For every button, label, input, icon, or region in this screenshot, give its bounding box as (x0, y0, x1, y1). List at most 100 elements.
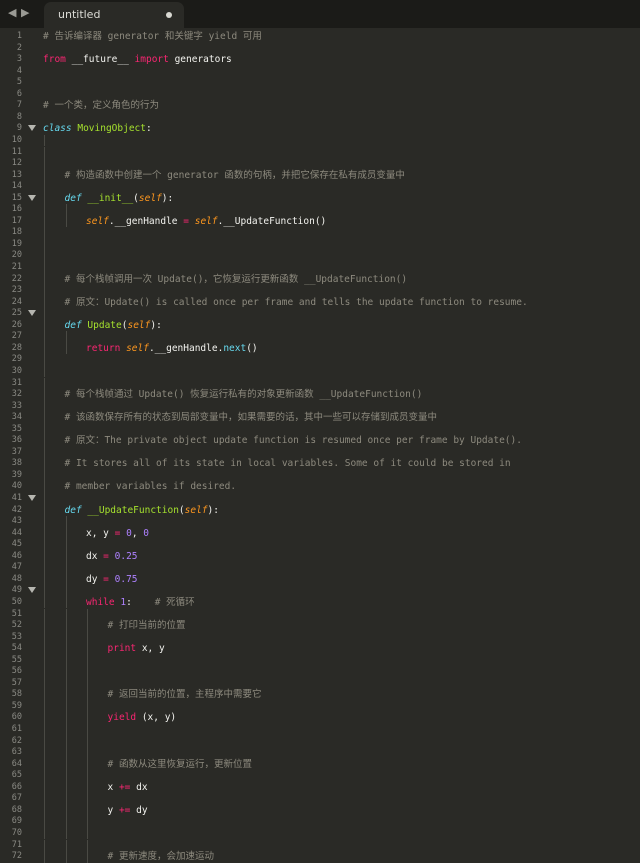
code-line[interactable]: 45 (0, 539, 640, 551)
indent-guide (65, 550, 67, 563)
indent-guide (44, 793, 45, 805)
token-comment: # 该函数保存所有的状态到局部变量中，如果需要的话，其中一些可以存储到成员变量中 (64, 412, 437, 424)
code-line[interactable]: 37 (0, 446, 640, 459)
code-line[interactable]: 67 (0, 793, 640, 805)
code-line[interactable]: 3 from __future__ import generators (0, 54, 640, 66)
line-number: 12 (11, 158, 22, 169)
code-line[interactable]: 52 # 打印当前的位置 (0, 620, 640, 632)
code-line[interactable]: 48 dy = 0.75 (0, 573, 640, 586)
code-line[interactable]: 69 (0, 816, 640, 828)
code-line[interactable]: 43 (0, 516, 640, 528)
code-line[interactable]: 42 def __UpdateFunction(self): (0, 504, 640, 517)
code-line[interactable]: 9 class MovingObject: (0, 123, 640, 135)
code-line[interactable]: 10 (0, 134, 640, 147)
code-line[interactable]: 55 (0, 654, 640, 667)
code-line[interactable]: 59 (0, 700, 640, 713)
code-line[interactable]: 63 (0, 747, 640, 759)
code-line[interactable]: 62 (0, 735, 640, 748)
code-line[interactable]: 64 # 函数从这里恢复运行，更新位置 (0, 758, 640, 771)
code-line[interactable]: 57 (0, 677, 640, 690)
code-line[interactable]: 50 while 1: # 死循环 (0, 596, 640, 609)
code-line[interactable]: 20 (0, 250, 640, 262)
token-keyword: import (134, 54, 169, 66)
code-line[interactable]: 41 (0, 493, 640, 505)
nav-forward-icon[interactable]: ▶ (21, 6, 29, 19)
fold-arrow-icon[interactable] (28, 587, 36, 594)
code-line[interactable]: 32 # 每个栈帧通过 Update() 恢复运行私有的对象更新函数 __Upda… (0, 389, 640, 401)
code-line[interactable]: 11 (0, 146, 640, 159)
code-line[interactable]: 44 x, y = 0, 0 (0, 527, 640, 540)
code-line[interactable]: 49 (0, 585, 640, 597)
code-line[interactable]: 19 (0, 238, 640, 251)
code-line[interactable]: 31 (0, 377, 640, 390)
code-line[interactable]: 1 # 告诉编译器 generator 和关键字 yield 可用 (0, 31, 640, 43)
indent-guide (65, 331, 67, 343)
modified-dot-icon[interactable] (166, 12, 172, 18)
code-line[interactable]: 29 (0, 354, 640, 366)
code-line[interactable]: 30 (0, 365, 640, 378)
nav-back-icon[interactable]: ◀ (8, 6, 16, 19)
code-line[interactable]: 4 (0, 66, 640, 78)
code-line[interactable]: 34 # 该函数保存所有的状态到局部变量中，如果需要的话，其中一些可以存储到成员变… (0, 412, 640, 424)
token-defkw: class (43, 123, 72, 135)
indent-guide (44, 423, 45, 436)
code-line[interactable]: 54 print x, y (0, 643, 640, 655)
code-line[interactable]: 58 # 返回当前的位置，主程序中需要它 (0, 689, 640, 701)
code-line[interactable]: 5 (0, 77, 640, 89)
code-line[interactable]: 8 (0, 112, 640, 124)
code-line[interactable]: 65 (0, 770, 640, 782)
code-editor[interactable]: 1 # 告诉编译器 generator 和关键字 yield 可用 2 3 from _… (0, 28, 640, 863)
code-line[interactable]: 22 # 每个栈帧调用一次 Update()，它恢复运行更新函数 __Update… (0, 273, 640, 286)
code-line[interactable]: 23 (0, 285, 640, 297)
code-line[interactable]: 66 x += dx (0, 781, 640, 794)
code-line[interactable]: 53 (0, 631, 640, 644)
token-comment: # 更新速度，会加速运动 (107, 851, 214, 863)
code-line[interactable]: 33 (0, 400, 640, 413)
tab-untitled[interactable]: untitled (44, 2, 184, 28)
code-line[interactable]: 25 (0, 308, 640, 320)
fold-arrow-icon[interactable] (28, 194, 36, 201)
code-line[interactable]: 47 (0, 562, 640, 574)
code-line[interactable]: 38 # It stores all of its state in local … (0, 458, 640, 470)
indent-guide (44, 608, 45, 621)
code-line[interactable]: 35 (0, 423, 640, 436)
code-line[interactable]: 26 def Update(self): (0, 319, 640, 332)
code-line[interactable]: 17 self.__genHandle = self.__UpdateFuncti… (0, 215, 640, 228)
code-line[interactable]: 6 (0, 89, 640, 101)
code-line[interactable]: 70 (0, 827, 640, 840)
code-line[interactable]: 16 (0, 204, 640, 216)
code-line[interactable]: 7 # 一个类，定义角色的行为 (0, 100, 640, 112)
code-line[interactable]: 39 (0, 469, 640, 482)
code-line[interactable]: 12 (0, 158, 640, 170)
code-line[interactable]: 56 (0, 666, 640, 678)
code-line[interactable]: 68 y += dy (0, 804, 640, 817)
line-number: 8 (16, 111, 22, 122)
indent-guide (65, 816, 67, 828)
fold-arrow-icon[interactable] (28, 495, 36, 501)
code-line[interactable]: 60 yield (x, y) (0, 712, 640, 724)
code-line[interactable]: 61 (0, 724, 640, 736)
code-line[interactable]: 13 # 构造函数中创建一个 generator 函数的句柄，并把它保存在私有成员… (0, 169, 640, 182)
code-line[interactable]: 46 dx = 0.25 (0, 550, 640, 563)
code-line[interactable]: 27 (0, 331, 640, 343)
code-line[interactable]: 18 (0, 227, 640, 239)
indent-guide (44, 804, 45, 817)
fold-arrow-icon[interactable] (28, 310, 36, 317)
line-number: 20 (11, 250, 22, 261)
indent-guide (44, 573, 45, 586)
code-line[interactable]: 28 return self.__genHandle.next() (0, 342, 640, 355)
code-line[interactable]: 2 (0, 43, 640, 55)
line-number: 6 (16, 88, 22, 99)
code-line[interactable]: 21 (0, 262, 640, 274)
code-line[interactable]: 36 # 原文：The private object update functio… (0, 435, 640, 447)
fold-arrow-icon[interactable] (28, 125, 36, 132)
code-line[interactable]: 51 (0, 608, 640, 621)
code-line[interactable]: 71 (0, 839, 640, 852)
code-line[interactable]: 24 # 原文：Update() is called once per frame… (0, 296, 640, 309)
code-text: # 更新速度，会加速运动 (108, 851, 214, 863)
indent-guide (65, 585, 67, 597)
code-line[interactable]: 40 # member variables if desired. (0, 481, 640, 493)
code-line[interactable]: 14 (0, 181, 640, 193)
code-line[interactable]: 72 # 更新速度，会加速运动 (0, 851, 640, 863)
code-line[interactable]: 15 def __init__(self): (0, 192, 640, 205)
